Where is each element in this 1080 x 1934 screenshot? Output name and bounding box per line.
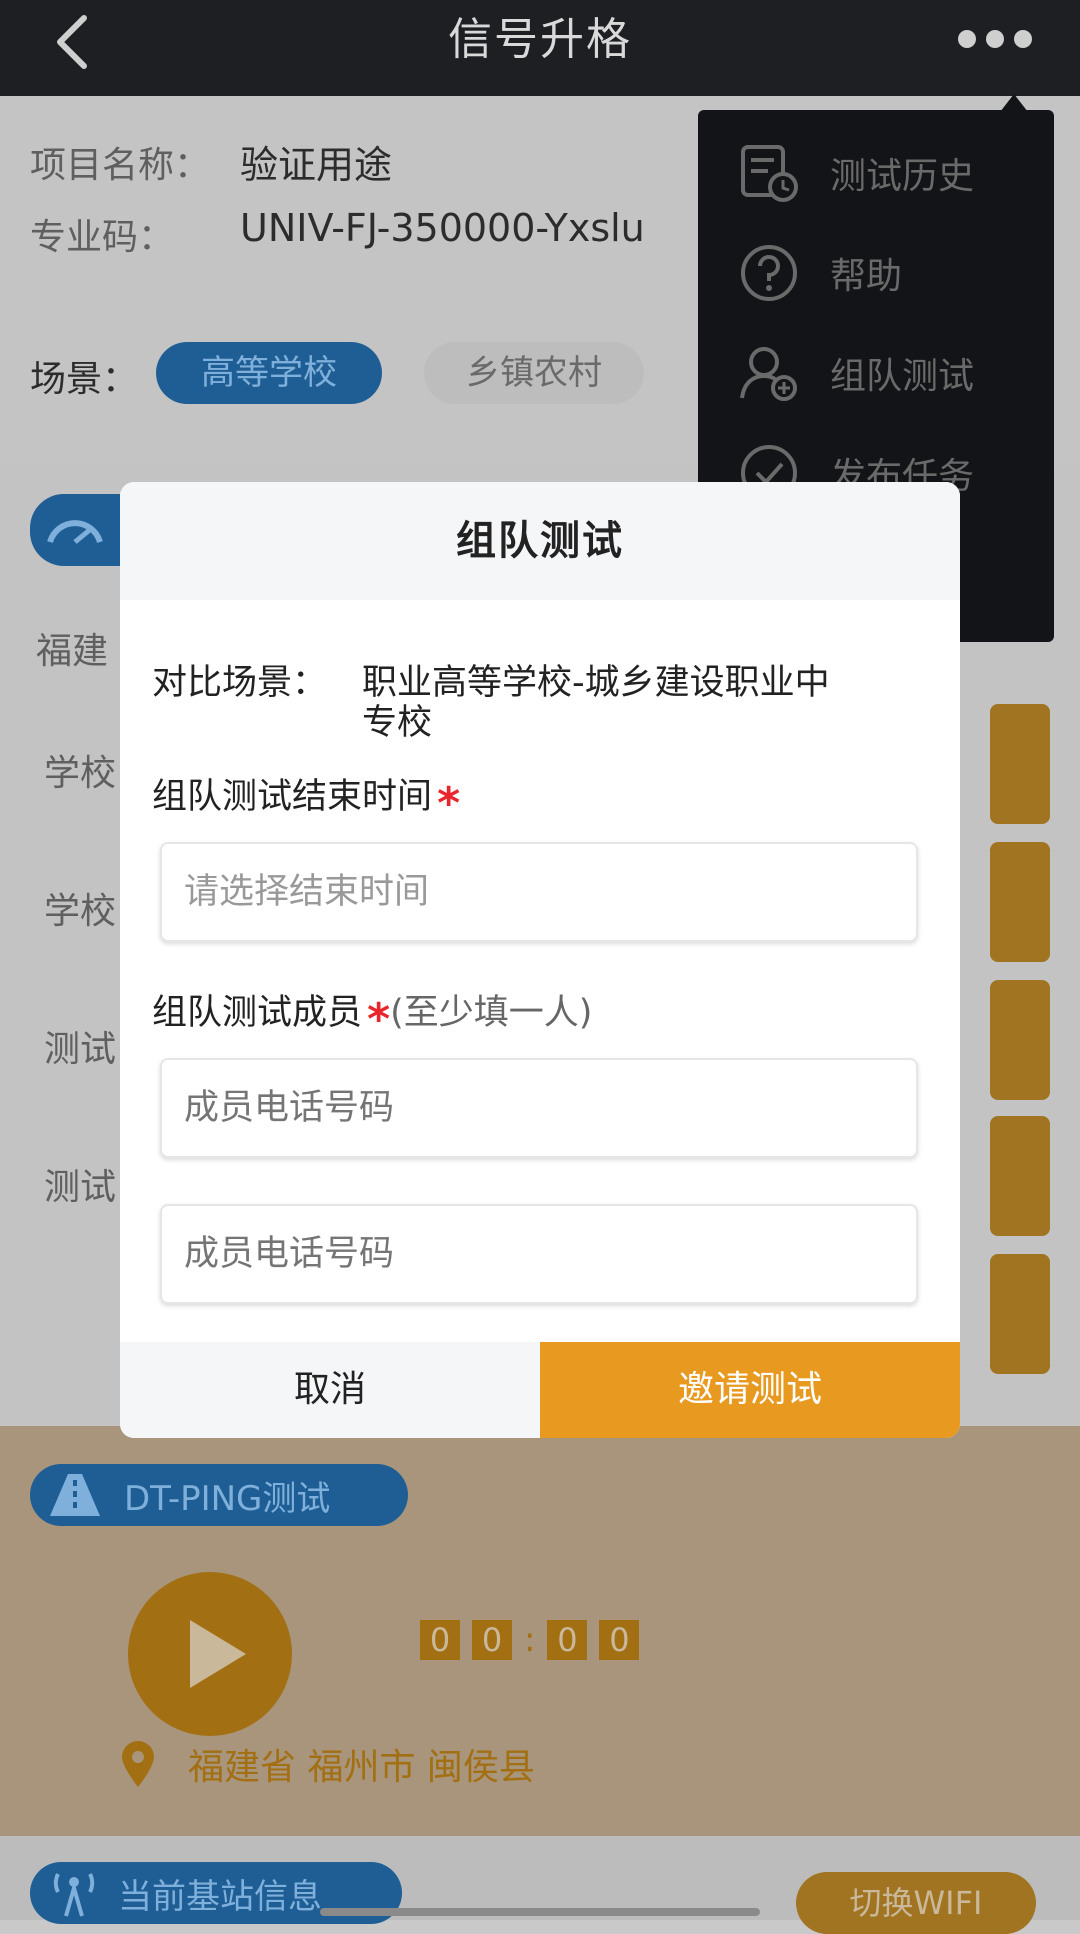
province-label: 福建 bbox=[36, 631, 109, 672]
location-row: 福建省 福州市 闽侯县 bbox=[118, 1738, 535, 1790]
test-row-label-2: 测试 bbox=[44, 1167, 117, 1208]
members-hint: (至少填一人) bbox=[390, 993, 593, 1033]
dropdown-test-1[interactable] bbox=[990, 980, 1050, 1100]
menu-item-team-test[interactable]: 组队测试 bbox=[738, 328, 1038, 418]
menu-item-test-history[interactable]: 测试历史 bbox=[738, 128, 1038, 218]
dropdown-test-2[interactable] bbox=[990, 1116, 1050, 1236]
dropdown-school-2[interactable] bbox=[990, 842, 1050, 962]
school-row-label-1: 学校 bbox=[44, 753, 117, 794]
dropdown-school-1[interactable] bbox=[990, 704, 1050, 824]
play-button[interactable] bbox=[128, 1572, 292, 1736]
end-time-input[interactable]: 请选择结束时间 bbox=[160, 842, 918, 942]
compare-scene-value-line1: 职业高等学校-城乡建设职业中 bbox=[362, 663, 830, 703]
location-text: 福建省 福州市 闽侯县 bbox=[188, 1747, 535, 1788]
required-mark: * bbox=[367, 994, 391, 1045]
ping-title-badge: DT-PING测试 bbox=[30, 1464, 408, 1526]
timer-digit: 0 bbox=[599, 1620, 640, 1660]
member-phone-input-1[interactable] bbox=[160, 1058, 918, 1158]
speedometer-icon bbox=[47, 520, 103, 544]
dialog-title: 组队测试 bbox=[120, 482, 960, 600]
members-label-row: 组队测试成员 *(至少填一人) bbox=[152, 984, 592, 1045]
timer-display: 0 0 : 0 0 bbox=[420, 1620, 640, 1660]
timer-digit: 0 bbox=[472, 1620, 512, 1660]
history-list-icon bbox=[741, 145, 798, 202]
switch-wifi-button[interactable]: 切换WIFI bbox=[796, 1872, 1036, 1934]
add-user-icon bbox=[740, 347, 797, 401]
antenna-icon bbox=[53, 1873, 95, 1917]
project-name-label: 项目名称： bbox=[30, 145, 211, 186]
scene-chip-higher-school[interactable]: 高等学校 bbox=[156, 342, 382, 404]
location-pin-icon bbox=[122, 1741, 154, 1787]
ping-title: DT-PING测试 bbox=[124, 1478, 331, 1519]
menu-item-help[interactable]: 帮助 bbox=[738, 228, 1038, 318]
test-row-label-1: 测试 bbox=[44, 1029, 117, 1070]
play-icon bbox=[190, 1620, 246, 1688]
scene-label: 场景： bbox=[30, 359, 139, 400]
members-label: 组队测试成员 bbox=[152, 993, 363, 1033]
invite-test-button[interactable]: 邀请测试 bbox=[540, 1342, 960, 1438]
compare-scene-value-line2: 专校 bbox=[362, 703, 433, 743]
end-time-label: 组队测试结束时间 bbox=[152, 777, 433, 817]
member-phone-input-2[interactable] bbox=[160, 1204, 918, 1304]
project-code-label: 专业码： bbox=[30, 217, 175, 258]
project-name-value: 验证用途 bbox=[240, 143, 393, 187]
base-station-title: 当前基站信息 bbox=[118, 1876, 322, 1917]
menu-item-label: 测试历史 bbox=[830, 156, 975, 197]
timer-separator: : bbox=[524, 1620, 536, 1660]
menu-item-label: 帮助 bbox=[830, 256, 903, 297]
compare-scene-label: 对比场景： bbox=[152, 663, 328, 703]
cancel-button[interactable]: 取消 bbox=[120, 1342, 540, 1438]
scene-chip-rural[interactable]: 乡镇农村 bbox=[424, 342, 644, 404]
more-options-icon[interactable] bbox=[958, 26, 1038, 52]
required-mark: * bbox=[437, 778, 461, 829]
project-code-value: UNIV-FJ-350000-Yxslu bbox=[240, 206, 645, 250]
school-row-label-2: 学校 bbox=[44, 891, 117, 932]
end-time-label-row: 组队测试结束时间 * bbox=[152, 768, 460, 829]
timer-digit: 0 bbox=[420, 1620, 460, 1660]
timer-digit: 0 bbox=[547, 1620, 588, 1660]
menu-item-label: 组队测试 bbox=[830, 356, 975, 397]
help-circle-icon bbox=[741, 245, 797, 301]
dropdown-test-3[interactable] bbox=[990, 1254, 1050, 1374]
home-indicator bbox=[320, 1908, 760, 1916]
team-test-dialog: 组队测试 对比场景： 职业高等学校-城乡建设职业中 专校 组队测试结束时间 * … bbox=[120, 482, 960, 1438]
page-title: 信号升格 bbox=[448, 14, 632, 65]
road-icon bbox=[50, 1474, 100, 1516]
